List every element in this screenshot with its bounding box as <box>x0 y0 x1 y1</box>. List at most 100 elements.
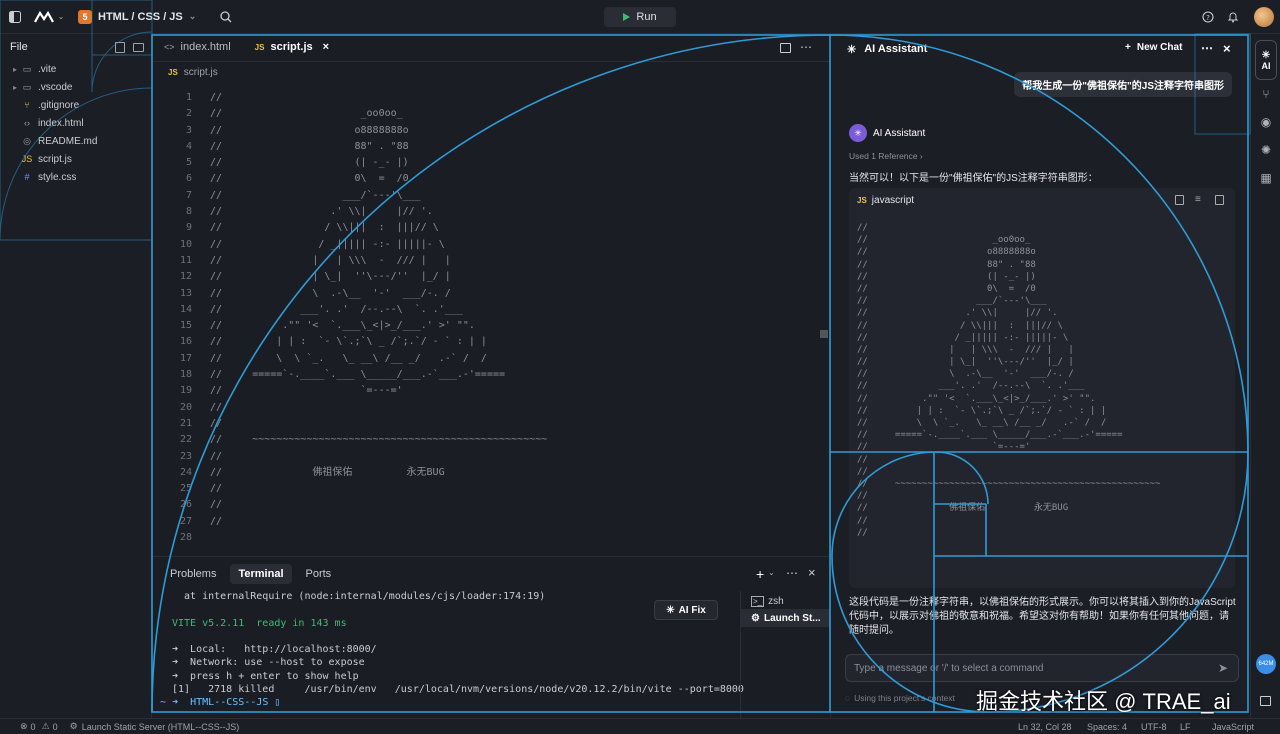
file-tree-item[interactable]: ◎ README.md <box>10 132 151 150</box>
ai-tab[interactable]: ✳ AI <box>1255 40 1277 80</box>
more-actions-icon[interactable]: ⋯ <box>800 40 812 54</box>
session-zsh[interactable]: >_ zsh <box>741 593 830 609</box>
code-line: 5 // (| -_- |) <box>152 155 830 171</box>
app-logo-icon[interactable]: ⌄ <box>30 0 68 34</box>
session-launch-static[interactable]: ⚙ Launch St... <box>741 609 830 627</box>
bell-icon[interactable] <box>1225 9 1241 25</box>
file-name: index.html <box>38 117 84 129</box>
language-mode[interactable]: JavaScript <box>1212 722 1254 732</box>
insert-icon[interactable]: ≡ <box>1195 194 1201 205</box>
chevron-down-icon: ⌄ <box>188 11 197 21</box>
run-button[interactable]: Run <box>604 7 676 27</box>
ai-header: ✳ AI Assistant + New Chat ⋯ × <box>831 34 1250 64</box>
line-number: 4 <box>185 140 192 152</box>
file-tree-item[interactable]: ▸ ▭ .vscode <box>10 78 151 96</box>
scrollbar-thumb[interactable] <box>820 330 828 338</box>
close-panel-icon[interactable]: × <box>1223 41 1231 56</box>
line-text: // 88" . "88 <box>210 140 409 152</box>
svg-text:?: ? <box>1206 14 1210 22</box>
code-line: 20 // <box>152 400 830 416</box>
error-count[interactable]: 0 <box>31 722 36 732</box>
code-block-line: // <box>857 515 868 526</box>
more-actions-icon[interactable]: ⋯ <box>1201 41 1213 55</box>
send-icon[interactable]: ➤ <box>1218 661 1228 675</box>
cursor-position[interactable]: Ln 32, Col 28 <box>1018 722 1072 732</box>
tab-index-html[interactable]: <> index.html <box>152 33 243 61</box>
terminal-line: ➜ Network: use --host to expose <box>172 657 365 669</box>
task-label[interactable]: Launch Static Server (HTML--CSS--JS) <box>82 722 240 732</box>
code-line: 18 // =====`-.____`.___ \_____/___.-`___.… <box>152 367 830 383</box>
chat-input[interactable]: Type a message or '/' to select a comman… <box>845 654 1239 682</box>
code-line: 4 // 88" . "88 <box>152 139 830 155</box>
line-text: // <box>210 515 223 527</box>
assistant-outro: 这段代码是一份注释字符串，以佛祖保佑的形式展示。你可以将其插入到你的JavaSc… <box>849 597 1236 636</box>
terminal-line: ➜ Local: http://localhost:8000/ <box>172 644 377 656</box>
tab-problems[interactable]: Problems <box>162 564 224 584</box>
code-block-line: // 佛祖保佑 永无BUG <box>857 503 1069 514</box>
layout-icon[interactable] <box>1260 696 1271 706</box>
code-block-body: // // _oo0oo_// o8888888o// 88" . "88// (… <box>849 212 1235 539</box>
terminal-line: VITE v5.2.11 ready in 143 ms <box>172 617 347 629</box>
line-number: 24 <box>179 466 192 478</box>
file-tree-item[interactable]: JS script.js <box>10 150 151 168</box>
split-editor-icon[interactable] <box>780 43 791 53</box>
chevron-down-icon[interactable]: ⌄ <box>768 568 775 577</box>
line-ending[interactable]: LF <box>1180 722 1191 732</box>
add-terminal-icon[interactable]: + <box>756 566 764 582</box>
line-number: 23 <box>179 450 192 462</box>
sidebar-toggle-icon[interactable] <box>0 0 30 34</box>
breadcrumb-file: script.js <box>183 66 218 78</box>
close-panel-icon[interactable]: × <box>808 565 816 580</box>
error-icon[interactable]: ⊗ <box>20 721 28 732</box>
file-tree-item[interactable]: ‹› index.html <box>10 114 151 132</box>
warning-count[interactable]: 0 <box>53 722 58 732</box>
explorer-header: File <box>0 34 151 60</box>
line-number: 6 <box>185 173 192 185</box>
line-number: 12 <box>179 271 192 283</box>
terminal-line: [1] 2718 killed /usr/bin/env /usr/local/… <box>172 684 744 696</box>
line-number: 26 <box>179 499 192 511</box>
line-number: 16 <box>179 336 192 348</box>
file-tree-item[interactable]: ▸ ▭ .vite <box>10 60 151 78</box>
copy-icon[interactable] <box>1175 195 1184 205</box>
encoding[interactable]: UTF-8 <box>1141 722 1167 732</box>
search-icon[interactable] <box>218 9 234 25</box>
memory-badge[interactable]: 642M <box>1256 654 1276 674</box>
file-tree-item[interactable]: # style.css <box>10 168 151 186</box>
eye-icon[interactable]: ◉ <box>1251 108 1280 136</box>
new-chat-button[interactable]: + New Chat <box>1125 42 1182 53</box>
debug-icon[interactable]: ✺ <box>1251 136 1280 164</box>
line-number: 2 <box>185 108 192 120</box>
breadcrumb: JS script.js <box>152 62 830 82</box>
assistant-avatar: ✳ <box>849 124 867 142</box>
code-area[interactable]: 1 // 2 // _oo0oo_ 3 // o8888888o 4 // 88" . "88… <box>152 90 830 554</box>
project-switcher[interactable]: 5 HTML / CSS / JS ⌄ <box>78 9 197 24</box>
tab-label: index.html <box>180 41 231 53</box>
more-actions-icon[interactable]: ⋯ <box>786 566 798 580</box>
apply-icon[interactable] <box>1215 195 1224 205</box>
line-text: // <box>210 417 223 429</box>
user-avatar[interactable] <box>1254 7 1274 27</box>
ai-fix-button[interactable]: ✳ AI Fix <box>654 600 718 620</box>
close-tab-icon[interactable]: × <box>323 41 329 53</box>
warning-icon[interactable]: ⚠ <box>42 721 50 732</box>
tab-script-js[interactable]: JS script.js × <box>243 33 341 61</box>
code-line: 28 <box>152 530 830 546</box>
tab-terminal[interactable]: Terminal <box>230 564 292 584</box>
new-file-icon[interactable] <box>115 42 125 53</box>
terminal-output[interactable]: at internalRequire (node:internal/module… <box>152 591 744 719</box>
help-icon[interactable]: ? <box>1200 9 1216 25</box>
context-hint[interactable]: ◌ Using this project's context <box>845 693 955 703</box>
code-block-line: // ___'. .' /--.--\ `. .'___ <box>857 381 1085 392</box>
indentation[interactable]: Spaces: 4 <box>1087 722 1127 732</box>
tab-ports[interactable]: Ports <box>298 564 340 584</box>
source-control-icon[interactable]: ⑂ <box>1251 80 1280 108</box>
code-block-line: // <box>857 223 868 233</box>
line-number: 20 <box>179 401 192 413</box>
file-tree-item[interactable]: ⑂ .gitignore <box>10 96 151 114</box>
line-number: 3 <box>185 124 192 136</box>
extensions-icon[interactable]: ▦ <box>1251 164 1280 192</box>
new-folder-icon[interactable] <box>133 43 144 52</box>
reference-link[interactable]: Used 1 Reference › <box>849 151 923 161</box>
line-text: // / _||||| -:- |||||- \ <box>210 238 445 250</box>
